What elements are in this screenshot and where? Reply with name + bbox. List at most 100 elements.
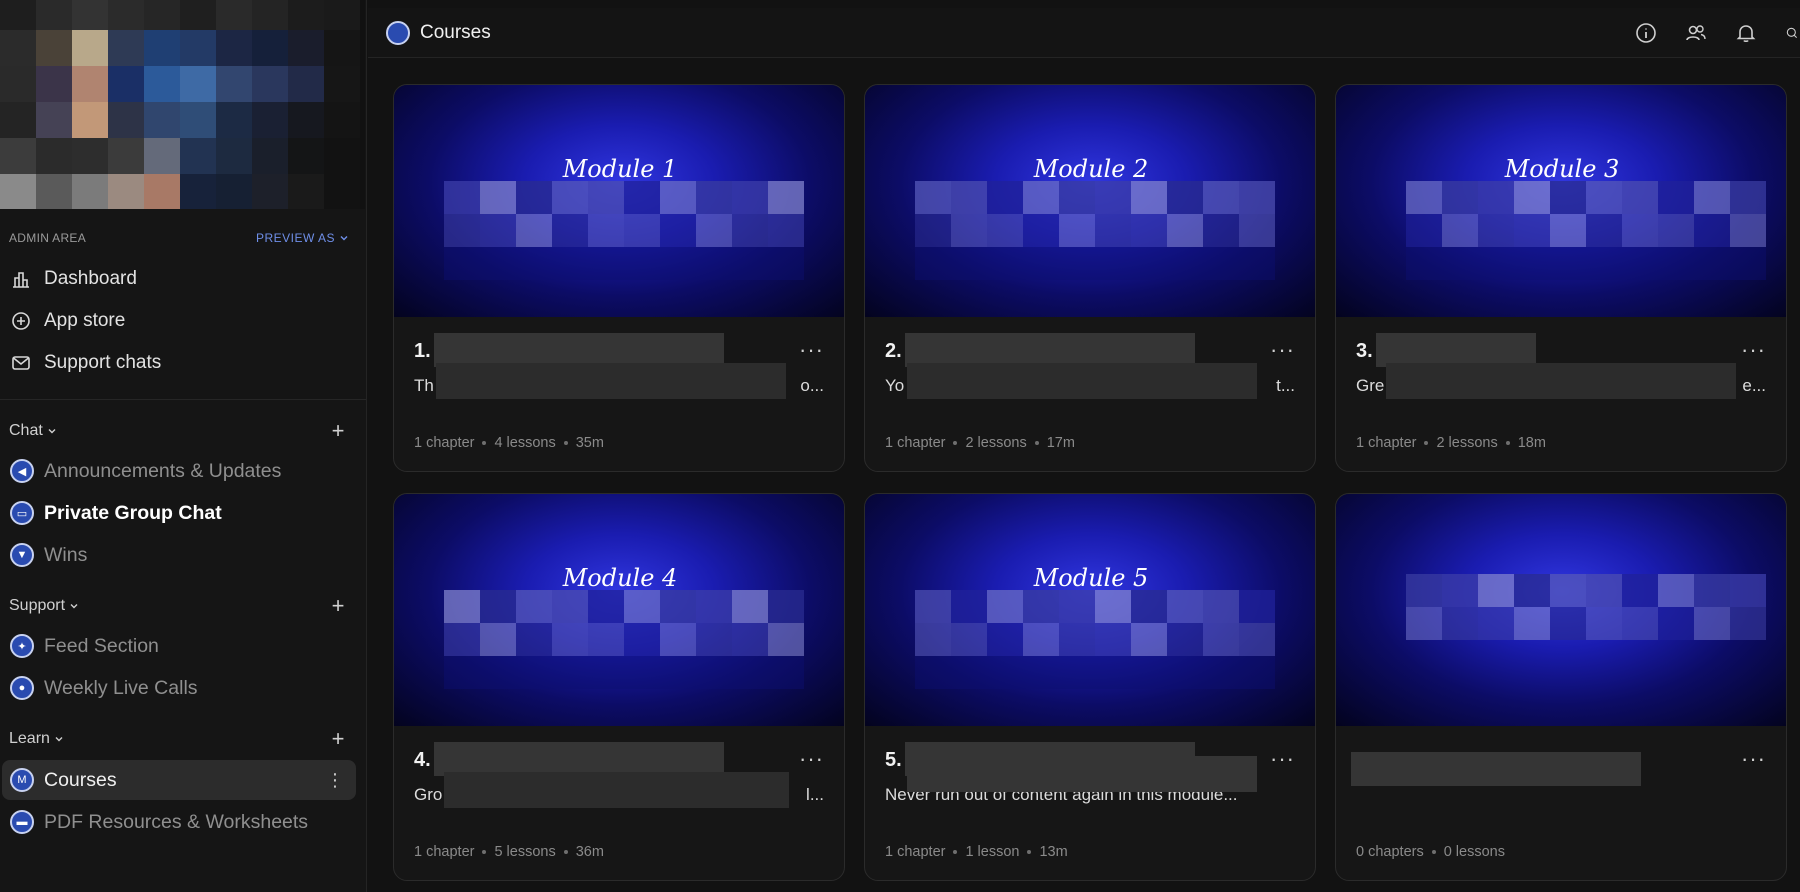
redaction-block [1586, 607, 1622, 640]
redaction-block [696, 590, 732, 623]
course-title: 1. [414, 340, 431, 362]
redaction-block [1622, 247, 1658, 280]
channel-pdf-resources[interactable]: ▬ PDF Resources & Worksheets [2, 802, 356, 842]
course-card[interactable]: Module 2 2. Yo t... ··· 1 chapter 2 lessons 17m [864, 84, 1316, 472]
redaction-block [696, 214, 732, 247]
course-more-button[interactable]: ··· [1741, 746, 1766, 772]
redaction-block [660, 181, 696, 214]
course-card[interactable]: Module 5 5. I Never run out of content aga… [864, 493, 1316, 881]
redaction-block [444, 656, 480, 689]
course-more-button[interactable]: ··· [799, 337, 824, 363]
course-thumbnail: Module 1 [394, 85, 844, 317]
redaction-block [1095, 590, 1131, 623]
info-icon[interactable] [1634, 21, 1658, 45]
redaction-block [444, 623, 480, 656]
course-more-button[interactable]: ··· [1741, 337, 1766, 363]
redaction-block [1730, 607, 1766, 640]
section-chat-toggle[interactable]: Chat [9, 422, 57, 440]
section-learn-toggle[interactable]: Learn [9, 730, 64, 748]
nav-support-chats[interactable]: Support chats [10, 346, 355, 380]
channel-weekly-live-calls[interactable]: ● Weekly Live Calls [2, 668, 356, 708]
redaction-block [624, 214, 660, 247]
meta-item: 2 lessons [965, 435, 1027, 451]
redaction-block [588, 247, 624, 280]
redaction-block [1095, 656, 1131, 689]
redaction-block [768, 590, 804, 623]
channel-wins[interactable]: ▼ Wins [2, 535, 356, 575]
redaction-block [1167, 590, 1203, 623]
meta-separator [1424, 441, 1429, 445]
description-end: l... [806, 785, 824, 804]
redaction-block [1167, 623, 1203, 656]
redaction-block [768, 181, 804, 214]
course-card[interactable]: Module 1 1. Th o... ··· 1 chapter 4 lessons 35m [393, 84, 845, 472]
megaphone-icon: ◀ [10, 459, 34, 483]
description-redaction [436, 363, 786, 399]
preview-as-label: PREVIEW AS [255, 231, 335, 245]
nav-dashboard[interactable]: Dashboard [10, 262, 355, 296]
redaction-block [516, 623, 552, 656]
redaction-block [660, 623, 696, 656]
course-more-button[interactable]: ··· [1270, 746, 1295, 772]
redaction-block [1550, 214, 1586, 247]
preview-as-button[interactable]: PREVIEW AS [256, 231, 349, 245]
banner-pixel [180, 174, 216, 209]
title-redaction [1376, 333, 1536, 367]
meta-item: 1 chapter [414, 435, 475, 451]
section-support-toggle[interactable]: Support [9, 597, 79, 615]
members-icon[interactable] [1684, 21, 1708, 45]
redaction-block [1239, 623, 1275, 656]
redaction-block [987, 181, 1023, 214]
description-end: t... [1276, 376, 1295, 395]
banner-pixel [36, 174, 72, 209]
banner-pixel [108, 30, 144, 66]
course-card[interactable]: ··· 0 chapters 0 lessons [1335, 493, 1787, 881]
redaction-block [1658, 214, 1694, 247]
banner-pixel [180, 0, 216, 30]
title-redaction [434, 742, 724, 776]
channel-courses[interactable]: M Courses ⋮ [2, 760, 356, 800]
redaction-block [1478, 574, 1514, 607]
redaction-block [1586, 214, 1622, 247]
channel-options-button[interactable]: ⋮ [326, 770, 344, 791]
redaction-block [1167, 181, 1203, 214]
channel-label: PDF Resources & Worksheets [44, 810, 309, 833]
course-more-button[interactable]: ··· [799, 746, 824, 772]
sidebar-divider [0, 399, 366, 400]
search-icon[interactable] [1784, 21, 1800, 45]
bell-icon[interactable] [1734, 21, 1758, 45]
banner-pixel [216, 174, 252, 209]
redaction-block [660, 214, 696, 247]
banner-pixel [72, 138, 108, 174]
redaction-block [1131, 590, 1167, 623]
banner-pixel [252, 174, 288, 209]
course-card[interactable]: Module 3 3. I Gre e... ··· 1 chapter 2 lessons… [1335, 84, 1787, 472]
section-learn-header: Learn + [9, 727, 349, 751]
redaction-block [1550, 574, 1586, 607]
banner-pixel [0, 138, 36, 174]
channel-label: Private Group Chat [44, 501, 222, 524]
course-more-button[interactable]: ··· [1270, 337, 1295, 363]
redaction-block [696, 623, 732, 656]
redaction-block [1059, 214, 1095, 247]
channel-private-group-chat[interactable]: ▭ Private Group Chat [2, 493, 356, 533]
meta-item: 1 chapter [885, 844, 946, 860]
channel-announcements-updates[interactable]: ◀ Announcements & Updates [2, 451, 356, 491]
sidebar: ADMIN AREA PREVIEW AS Dashboard App stor… [0, 0, 367, 892]
channel-feed-section[interactable]: ✦ Feed Section [2, 626, 356, 666]
redaction-block [1622, 214, 1658, 247]
redaction-block [1406, 574, 1442, 607]
banner-pixel [180, 30, 216, 66]
course-card[interactable]: Module 4 4. C Gro l... ··· 1 chapter 5 lessons… [393, 493, 845, 881]
add-channel-chat-button[interactable]: + [327, 420, 349, 442]
redaction-block [1514, 574, 1550, 607]
banner-pixel [144, 102, 180, 138]
module-label: Module 2 [1033, 155, 1149, 183]
page-title-text: Courses [420, 22, 491, 43]
description-end: e... [1742, 376, 1766, 395]
add-channel-support-button[interactable]: + [327, 595, 349, 617]
nav-app-store[interactable]: App store [10, 304, 355, 338]
banner-pixel [0, 0, 36, 30]
meta-separator [482, 441, 487, 445]
add-channel-learn-button[interactable]: + [327, 728, 349, 750]
